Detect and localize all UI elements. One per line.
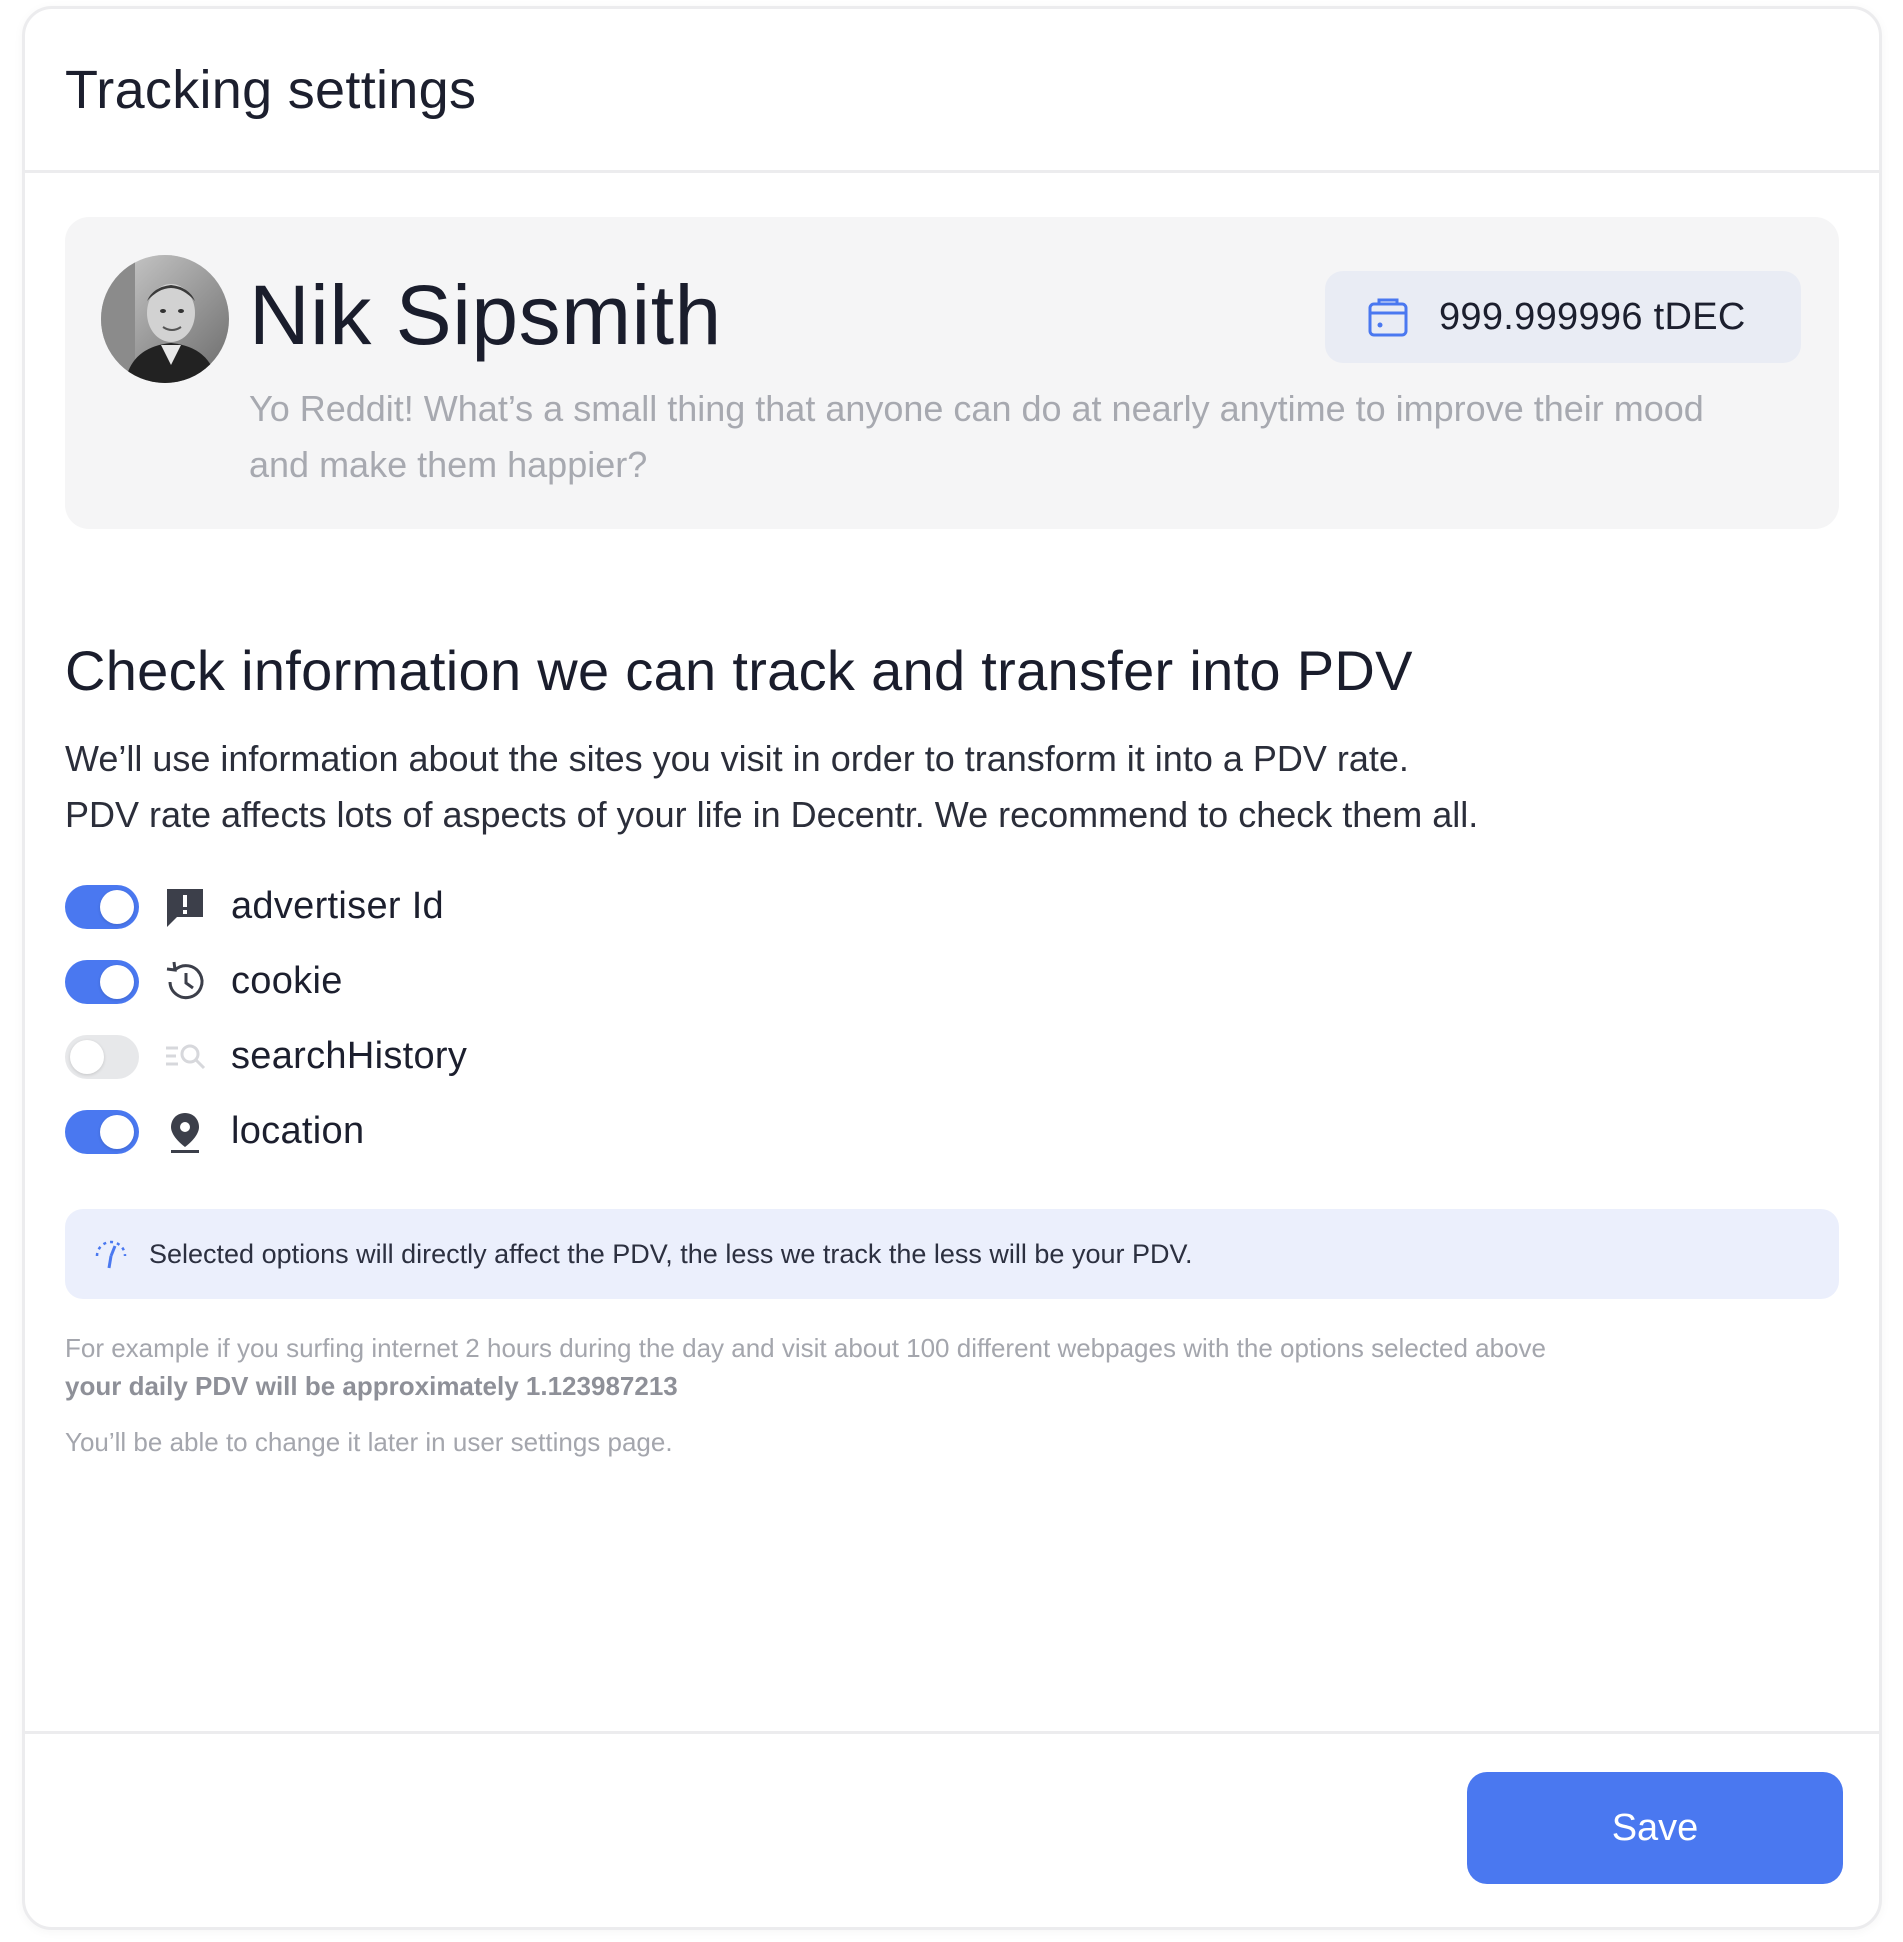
balance-badge: 999.999996 tDEC [1325, 271, 1801, 363]
toggle-knob [100, 964, 134, 999]
search-history-toggle[interactable] [65, 1034, 139, 1079]
location-pin-icon [161, 1108, 209, 1156]
option-search-history: searchHistory [65, 1019, 1839, 1094]
cookie-toggle[interactable] [65, 959, 139, 1004]
tracking-options-list: advertiser Id cookie searchHistory locat… [65, 869, 1839, 1169]
search-history-icon [161, 1033, 209, 1081]
wallet-icon [1365, 294, 1411, 340]
profile-panel: Nik Sipsmith 999.999996 tDEC Yo Reddit! … [65, 217, 1839, 529]
tracking-settings-card: Tracking settings Nik Sipsmith 999.99999… [22, 6, 1882, 1930]
pdv-gauge-icon [91, 1234, 131, 1274]
balance-value: 999.999996 tDEC [1439, 295, 1746, 338]
card-footer: Save [25, 1731, 1879, 1927]
card-body: Nik Sipsmith 999.999996 tDEC Yo Reddit! … [25, 173, 1879, 1731]
feedback-icon [161, 883, 209, 931]
example-text: For example if you surfing internet 2 ho… [65, 1333, 1546, 1363]
location-toggle[interactable] [65, 1109, 139, 1154]
option-label: cookie [231, 960, 343, 1002]
change-later-note: You’ll be able to change it later in use… [65, 1427, 673, 1457]
toggle-knob [100, 889, 134, 924]
page-title: Tracking settings [65, 59, 477, 120]
section-title: Check information we can track and trans… [65, 639, 1413, 702]
example-bold-text: your daily PDV will be approximately 1.1… [65, 1371, 678, 1401]
user-photo-icon [101, 255, 229, 383]
option-cookie: cookie [65, 944, 1839, 1019]
avatar [101, 255, 229, 383]
section-description-line-2: PDV rate affects lots of aspects of your… [65, 794, 1479, 835]
option-label: location [231, 1110, 365, 1152]
advertiser-id-toggle[interactable] [65, 884, 139, 929]
section-description-line-1: We’ll use information about the sites yo… [65, 738, 1409, 779]
save-button[interactable]: Save [1467, 1772, 1843, 1884]
toggle-knob [100, 1114, 134, 1149]
history-icon [161, 958, 209, 1006]
pdv-example: For example if you surfing internet 2 ho… [65, 1329, 1839, 1405]
option-label: advertiser Id [231, 885, 444, 927]
option-location: location [65, 1094, 1839, 1169]
card-header: Tracking settings [25, 9, 1879, 173]
pdv-notice: Selected options will directly affect th… [65, 1209, 1839, 1299]
option-advertiser-id: advertiser Id [65, 869, 1839, 944]
profile-name: Nik Sipsmith [249, 268, 722, 362]
option-label: searchHistory [231, 1035, 468, 1077]
toggle-knob [70, 1039, 104, 1074]
notice-text: Selected options will directly affect th… [149, 1238, 1193, 1269]
section-description: We’ll use information about the sites yo… [65, 731, 1839, 843]
profile-description: Yo Reddit! What’s a small thing that any… [249, 388, 1704, 485]
